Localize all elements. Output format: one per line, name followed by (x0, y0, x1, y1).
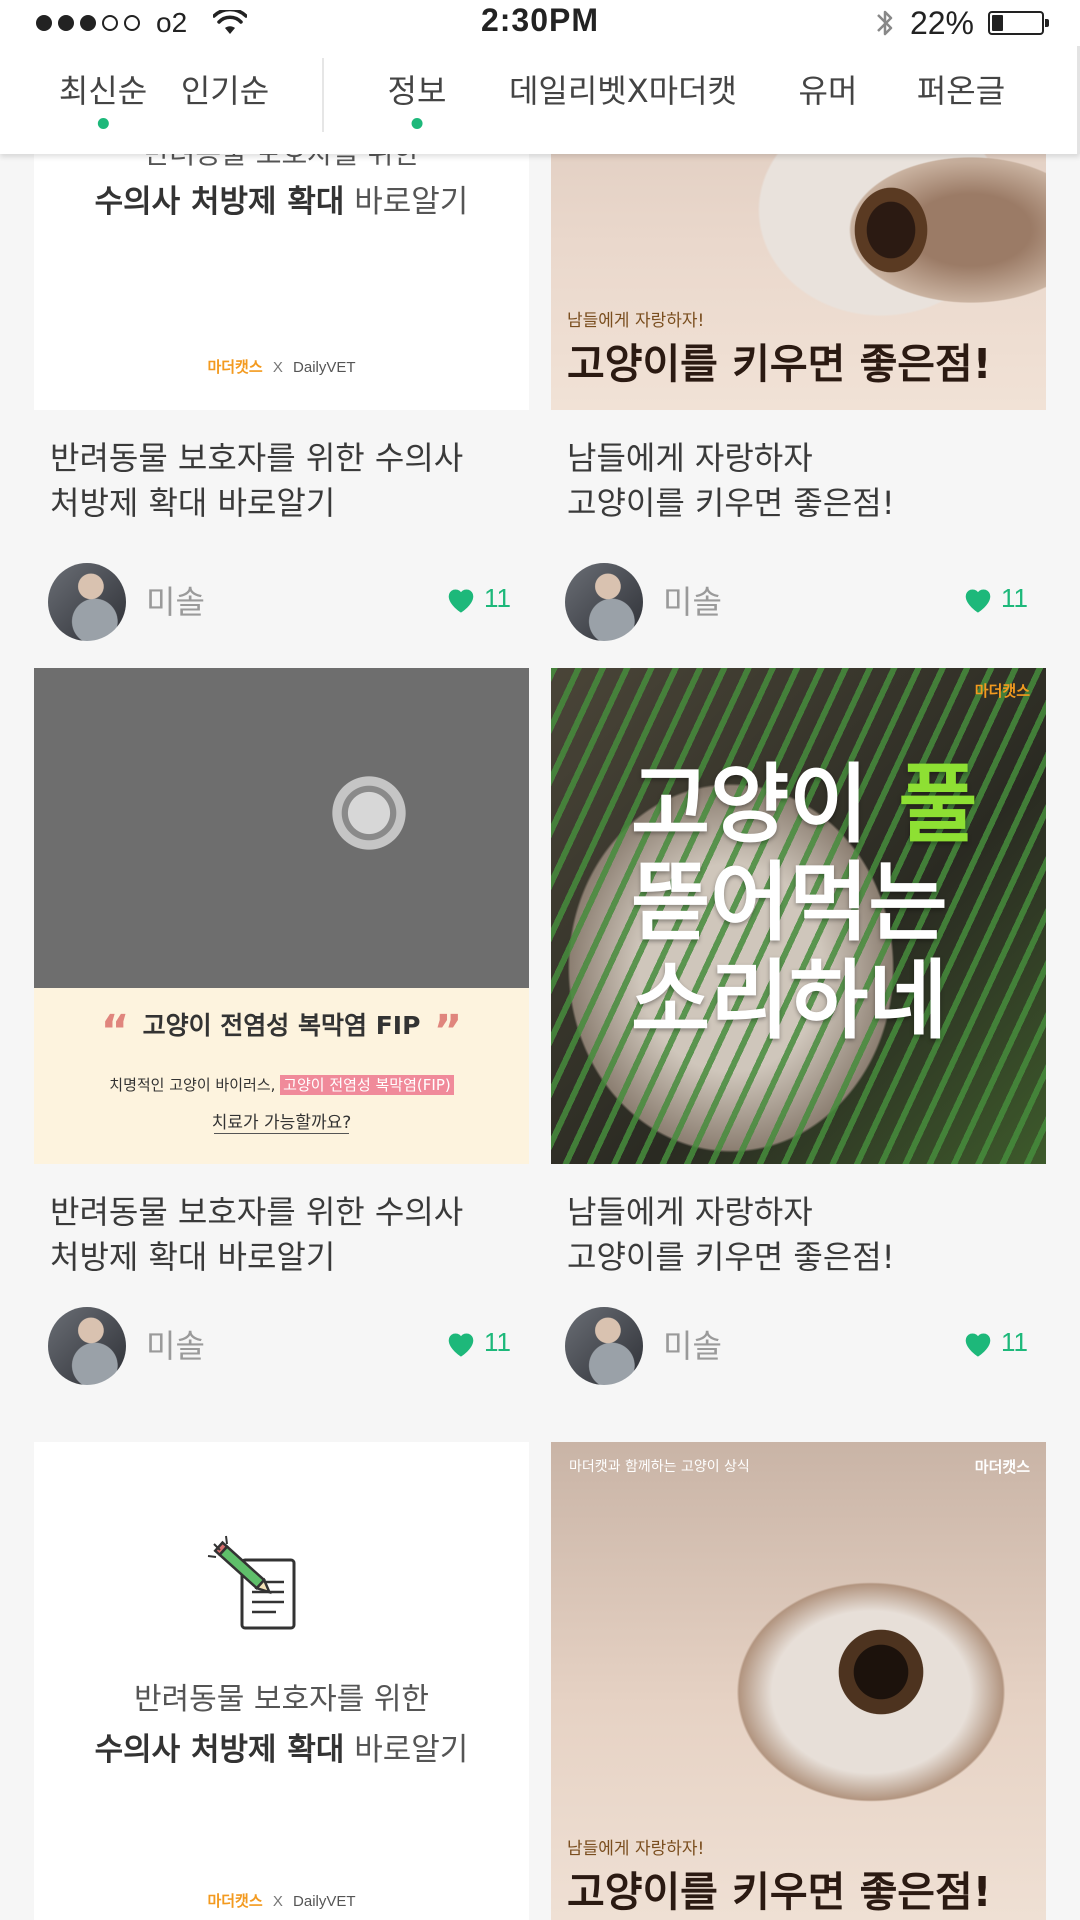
post-meta: 미솔 11 (48, 563, 511, 643)
thumb-headline: “ 고양이 전염성 복막염 FIP ” (100, 1006, 463, 1057)
battery-percent: 22% (909, 4, 974, 41)
pencil-document-icon (207, 1535, 296, 1630)
thumb-headline: 고양이를 키우면 좋은점! (567, 340, 992, 388)
category-tab-bar: 최신순 인기순 정보 데일리벳X마더캣 유머 퍼온글 (0, 46, 1080, 154)
like-button[interactable]: 11 (961, 1327, 1028, 1358)
author-name[interactable]: 미솔 (663, 1321, 722, 1367)
content-feed[interactable]: 반려동물 보호자를 위한 수의사 처방제 확대 바로알기 마더캣스 X Dail… (0, 0, 1080, 1920)
post-title[interactable]: 반려동물 보호자를 위한 수의사 처방제 확대 바로알기 (50, 436, 519, 526)
tab-divider (322, 58, 324, 132)
heart-icon (965, 1332, 991, 1357)
post-thumbnail[interactable]: “ 고양이 전염성 복막염 FIP ” 치명적인 고양이 바이러스, 고양이 전… (34, 668, 529, 1164)
post-thumbnail[interactable]: 마더캣스 고양이 풀 뜯어먹는 소리하네 (551, 668, 1046, 1164)
status-bar: o2 2:30PM 22% (0, 0, 1080, 46)
like-button[interactable]: 11 (961, 583, 1028, 614)
thumb-question: 치료가 가능할까요? (211, 1113, 352, 1133)
author-name[interactable]: 미솔 (146, 1321, 205, 1367)
post-card[interactable]: 마더캣스 고양이 풀 뜯어먹는 소리하네 남들에게 자랑하자 고양이를 키우면 … (551, 668, 1046, 1388)
battery-icon (988, 11, 1049, 35)
tab-humor[interactable]: 유머 (799, 66, 858, 112)
thumb-subtitle: 남들에게 자랑하자! (567, 311, 705, 331)
thumb-headline: 고양이 풀 뜯어먹는 소리하네 (631, 755, 978, 1051)
post-title[interactable]: 남들에게 자랑하자 고양이를 키우면 좋은점! (567, 436, 1036, 526)
tab-dailyvet-mothercat[interactable]: 데일리벳X마더캣 (509, 66, 737, 112)
thumb-subtitle: 남들에게 자랑하자! (567, 1839, 705, 1859)
thumb-caption-panel: “ 고양이 전염성 복막염 FIP ” 치명적인 고양이 바이러스, 고양이 전… (34, 988, 529, 1164)
question-underline (214, 1133, 349, 1134)
post-meta: 미솔 11 (565, 1307, 1028, 1387)
like-count: 11 (1001, 583, 1028, 613)
active-tab-indicator (97, 118, 109, 129)
thumb-headline: 수의사 처방제 확대 바로알기 (94, 1732, 469, 1768)
post-card[interactable]: 마더캣과 함께하는 고양이 상식 마더캣스 남들에게 자랑하자! 고양이를 키우… (551, 1442, 1046, 1920)
battery-level (992, 15, 1003, 31)
brand-logo: 마더캣스 X DailyVET (207, 1893, 356, 1910)
tab-shared-posts[interactable]: 퍼온글 (917, 66, 1005, 112)
like-count: 11 (484, 583, 511, 613)
post-title[interactable]: 남들에게 자랑하자 고양이를 키우면 좋은점! (567, 1190, 1036, 1280)
heart-icon (448, 1332, 474, 1357)
avatar[interactable] (565, 1307, 643, 1385)
thumb-caption: 마더캣과 함께하는 고양이 상식 (569, 1459, 750, 1475)
avatar[interactable] (48, 1307, 126, 1385)
avatar[interactable] (48, 563, 126, 641)
post-thumbnail[interactable]: 마더캣과 함께하는 고양이 상식 마더캣스 남들에게 자랑하자! 고양이를 키우… (551, 1442, 1046, 1920)
brand-logo: 마더캣스 X DailyVET (207, 359, 356, 376)
tab-sort-popular[interactable]: 인기순 (181, 66, 269, 112)
post-card[interactable]: 반려동물 보호자를 위한 수의사 처방제 확대 바로알기 마더캣스 X Dail… (34, 1442, 529, 1920)
author-name[interactable]: 미솔 (146, 577, 205, 623)
heart-icon (965, 588, 991, 613)
bluetooth-icon (877, 10, 893, 36)
brand-logo: 마더캣스 (974, 1459, 1030, 1476)
active-tab-indicator (411, 118, 423, 129)
like-button[interactable]: 11 (444, 1327, 511, 1358)
brand-logo: 마더캣스 (974, 683, 1030, 700)
thumb-subtitle: 치명적인 고양이 바이러스, 고양이 전염성 복막염(FIP) (34, 1074, 529, 1095)
post-card[interactable]: “ 고양이 전염성 복막염 FIP ” 치명적인 고양이 바이러스, 고양이 전… (34, 668, 529, 1388)
post-meta: 미솔 11 (48, 1307, 511, 1387)
post-meta: 미솔 11 (565, 563, 1028, 643)
like-count: 11 (484, 1327, 511, 1357)
tab-sort-latest[interactable]: 최신순 (59, 66, 147, 129)
post-title[interactable]: 반려동물 보호자를 위한 수의사 처방제 확대 바로알기 (50, 1190, 519, 1280)
thumb-headline: 수의사 처방제 확대 바로알기 (94, 184, 469, 220)
heart-icon (448, 588, 474, 613)
avatar[interactable] (565, 563, 643, 641)
author-name[interactable]: 미솔 (663, 577, 722, 623)
post-thumbnail[interactable]: 반려동물 보호자를 위한 수의사 처방제 확대 바로알기 마더캣스 X Dail… (34, 1442, 529, 1920)
like-button[interactable]: 11 (444, 583, 511, 614)
tab-info[interactable]: 정보 (388, 66, 446, 129)
thumb-caption: 반려동물 보호자를 위한 (133, 1682, 430, 1717)
thumb-headline: 고양이를 키우면 좋은점! (567, 1868, 992, 1916)
like-count: 11 (1001, 1327, 1028, 1357)
battery-status: 22% (874, 4, 1049, 42)
